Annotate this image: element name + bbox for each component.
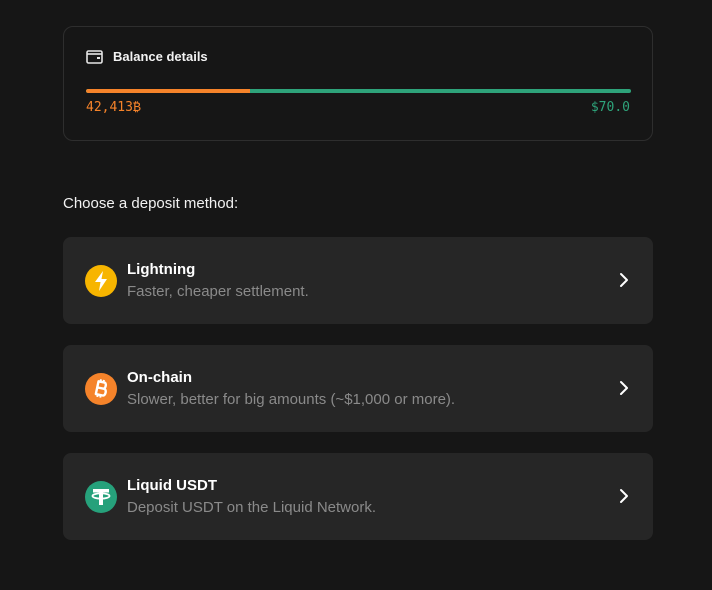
- btc-balance-amount: 42,413₿: [86, 100, 141, 115]
- chevron-right-icon: [620, 381, 628, 395]
- chevron-right-icon: [620, 489, 628, 503]
- balance-title: Balance details: [113, 49, 208, 64]
- method-text: Lightning Faster, cheaper settlement.: [127, 261, 309, 301]
- tether-icon: [85, 481, 117, 513]
- method-title: On-chain: [127, 369, 193, 386]
- method-subtitle: Faster, cheaper settlement.: [127, 283, 309, 300]
- usd-balance-amount: $70.0: [590, 100, 630, 115]
- deposit-method-liquid-usdt[interactable]: Liquid USDT Deposit USDT on the Liquid N…: [63, 453, 653, 540]
- method-text: Liquid USDT Deposit USDT on the Liquid N…: [127, 477, 376, 517]
- method-text: On-chain Slower, better for big amounts …: [127, 369, 455, 409]
- deposit-method-heading: Choose a deposit method:: [63, 195, 239, 212]
- lightning-icon: [85, 265, 117, 297]
- deposit-method-on-chain[interactable]: On-chain Slower, better for big amounts …: [63, 345, 653, 432]
- chevron-right-icon: [620, 273, 628, 287]
- bitcoin-icon: [85, 373, 117, 405]
- method-subtitle: Deposit USDT on the Liquid Network.: [127, 499, 377, 516]
- deposit-method-lightning[interactable]: Lightning Faster, cheaper settlement.: [63, 237, 653, 324]
- balance-bar: [86, 89, 631, 93]
- balance-header: Balance details: [86, 49, 208, 64]
- wallet-icon: [86, 50, 103, 64]
- balance-details-card: Balance details 42,413₿ $70.0: [63, 26, 653, 141]
- method-title: Liquid USDT: [127, 477, 217, 494]
- balance-bar-btc-segment: [86, 89, 250, 93]
- method-subtitle: Slower, better for big amounts (~$1,000 …: [127, 391, 456, 408]
- method-title: Lightning: [127, 261, 196, 278]
- deposit-method-list: Lightning Faster, cheaper settlement. On…: [63, 237, 653, 561]
